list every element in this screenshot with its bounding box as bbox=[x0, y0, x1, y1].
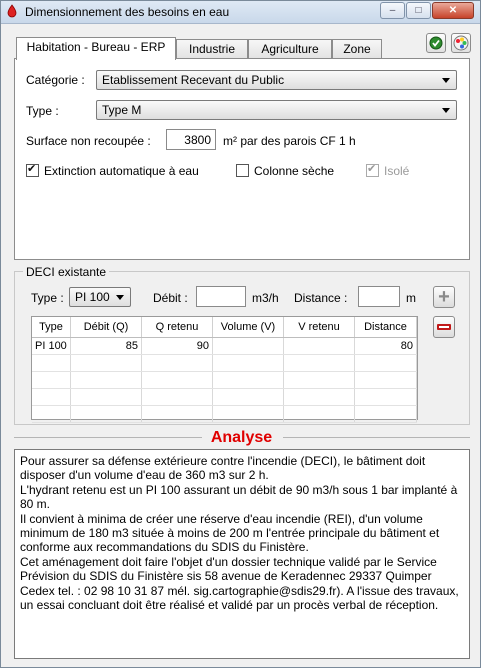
minimize-button[interactable]: – bbox=[380, 2, 405, 19]
chevron-down-icon bbox=[442, 78, 450, 83]
isole-label: Isolé bbox=[384, 164, 410, 178]
surface-value: 3800 bbox=[184, 133, 211, 147]
isole-checkbox[interactable] bbox=[366, 162, 379, 177]
column-header[interactable]: Distance bbox=[354, 317, 417, 338]
chevron-down-icon bbox=[442, 108, 450, 113]
close-icon: ✕ bbox=[448, 5, 458, 16]
distance-unit: m bbox=[406, 291, 416, 305]
debit-input[interactable] bbox=[196, 286, 246, 307]
type-label: Type : bbox=[26, 104, 59, 118]
analyse-title: Analyse bbox=[210, 429, 273, 446]
deci-type-value: PI 100 bbox=[75, 290, 110, 304]
categorie-select[interactable]: Etablissement Recevant du Public bbox=[96, 70, 457, 90]
main-window: Dimensionnement des besoins en eau – □ ✕… bbox=[0, 0, 481, 668]
table-row[interactable] bbox=[32, 388, 417, 406]
tab-industrie[interactable]: Industrie bbox=[176, 39, 248, 58]
water-drop-icon bbox=[7, 4, 17, 18]
window-title: Dimensionnement des besoins en eau bbox=[25, 5, 230, 19]
column-header[interactable]: Débit (Q) bbox=[70, 317, 142, 338]
categorie-value: Etablissement Recevant du Public bbox=[102, 73, 285, 87]
deci-type-label: Type : bbox=[31, 291, 64, 305]
table-row[interactable] bbox=[32, 371, 417, 389]
surface-label: Surface non recoupée : bbox=[26, 134, 151, 148]
tab-agriculture[interactable]: Agriculture bbox=[248, 39, 332, 58]
extinction-checkbox[interactable] bbox=[26, 162, 39, 177]
table-cell: 85 bbox=[70, 337, 142, 355]
table-row[interactable] bbox=[32, 354, 417, 372]
table-row[interactable] bbox=[32, 405, 417, 423]
table-header-row: Type Débit (Q) Q retenu Volume (V) V ret… bbox=[32, 317, 417, 338]
distance-input[interactable] bbox=[358, 286, 400, 307]
remove-button[interactable] bbox=[433, 316, 455, 338]
analyse-paragraph: L'hydrant retenu est un PI 100 assurant … bbox=[20, 482, 458, 512]
surface-unit: m² par des parois CF 1 h bbox=[223, 134, 356, 148]
distance-label: Distance : bbox=[294, 291, 348, 305]
deci-type-select[interactable]: PI 100 bbox=[69, 287, 131, 307]
colonne-label: Colonne sèche bbox=[254, 164, 335, 178]
tab-label: Zone bbox=[343, 42, 371, 56]
categorie-label: Catégorie : bbox=[26, 73, 85, 87]
column-header[interactable]: Type bbox=[32, 317, 71, 338]
deci-table[interactable]: Type Débit (Q) Q retenu Volume (V) V ret… bbox=[31, 316, 418, 423]
colonne-checkbox[interactable] bbox=[236, 164, 249, 177]
debit-label: Débit : bbox=[153, 291, 188, 305]
minimize-icon: – bbox=[389, 5, 396, 16]
validate-button[interactable] bbox=[426, 33, 446, 53]
type-select[interactable]: Type M bbox=[96, 100, 457, 120]
title-bar[interactable]: Dimensionnement des besoins en eau – □ ✕ bbox=[1, 1, 480, 24]
analyse-paragraph: Pour assurer sa défense extérieure contr… bbox=[20, 454, 426, 483]
table-cell: 80 bbox=[354, 337, 417, 355]
table-cell bbox=[212, 337, 284, 355]
surface-input[interactable]: 3800 bbox=[166, 129, 216, 150]
add-button[interactable]: + bbox=[433, 286, 455, 308]
analyse-text[interactable]: Pour assurer sa défense extérieure contr… bbox=[14, 449, 470, 659]
table-cell: PI 100 bbox=[32, 337, 71, 355]
debit-unit: m3/h bbox=[252, 291, 279, 305]
extinction-label: Extinction automatique à eau bbox=[44, 164, 199, 178]
maximize-icon: □ bbox=[415, 5, 422, 16]
type-value: Type M bbox=[102, 103, 142, 117]
column-header[interactable]: V retenu bbox=[283, 317, 355, 338]
palette-icon bbox=[453, 35, 469, 51]
close-button[interactable]: ✕ bbox=[432, 2, 474, 19]
deci-group-label: DECI existante bbox=[23, 265, 110, 279]
validate-icon bbox=[429, 36, 443, 50]
tab-label: Industrie bbox=[188, 42, 236, 56]
column-header[interactable]: Volume (V) bbox=[212, 317, 284, 338]
tab-label: Habitation - Bureau - ERP bbox=[26, 40, 166, 54]
analyse-paragraph: Cet aménagement doit faire l'objet d'un … bbox=[20, 554, 459, 613]
chevron-down-icon bbox=[116, 295, 124, 300]
analyse-paragraph: Il convient à minima de créer une réserv… bbox=[20, 511, 440, 555]
palette-button[interactable] bbox=[451, 33, 471, 53]
table-cell: 90 bbox=[141, 337, 213, 355]
table-row[interactable]: PI 100 85 90 80 bbox=[32, 337, 417, 355]
maximize-button[interactable]: □ bbox=[406, 2, 431, 19]
minus-icon bbox=[437, 324, 451, 330]
tab-label: Agriculture bbox=[261, 42, 319, 56]
tab-habitation[interactable]: Habitation - Bureau - ERP bbox=[16, 37, 176, 60]
table-cell bbox=[283, 337, 355, 355]
plus-icon: + bbox=[438, 286, 450, 308]
tab-zone[interactable]: Zone bbox=[332, 39, 382, 58]
column-header[interactable]: Q retenu bbox=[141, 317, 213, 338]
